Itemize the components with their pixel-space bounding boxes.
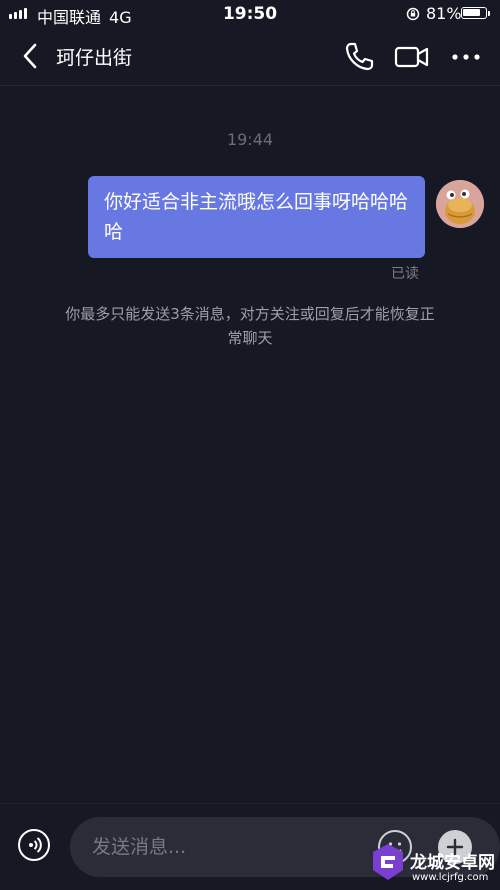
avatar-illustration-icon: [436, 180, 484, 228]
chat-title: 珂仔出街: [56, 47, 133, 69]
watermark-text: 龙城安卓网: [410, 853, 495, 873]
chat-header: 珂仔出街: [0, 28, 500, 86]
more-dots-icon[interactable]: [449, 41, 483, 73]
system-notice: 你最多只能发送3条消息，对方关注或回复后才能恢复正常聊天: [65, 305, 435, 347]
battery-icon: [461, 7, 487, 19]
sent-message-bubble[interactable]: 你好适合非主流哦怎么回事呀哈哈哈哈: [88, 176, 425, 258]
voice-input-button[interactable]: [18, 829, 50, 861]
status-clock: 19:50: [222, 4, 278, 24]
video-camera-icon[interactable]: [394, 41, 430, 73]
watermark-logo-icon: [373, 844, 403, 880]
read-status: 已读: [391, 266, 419, 282]
watermark: 龙城安卓网 www.lcjrfg.com: [368, 832, 500, 889]
battery-percent: 81%: [426, 4, 462, 23]
chat-timestamp: 19:44: [226, 130, 274, 149]
watermark-url: www.lcjrfg.com: [412, 872, 489, 883]
status-bar: 中国联通 4G 19:50 81%: [0, 0, 500, 28]
avatar[interactable]: [436, 180, 484, 228]
rotation-lock-icon: [406, 7, 420, 21]
back-arrow-icon[interactable]: [16, 40, 46, 72]
phone-icon[interactable]: [342, 40, 376, 74]
sound-wave-icon: [29, 837, 42, 853]
